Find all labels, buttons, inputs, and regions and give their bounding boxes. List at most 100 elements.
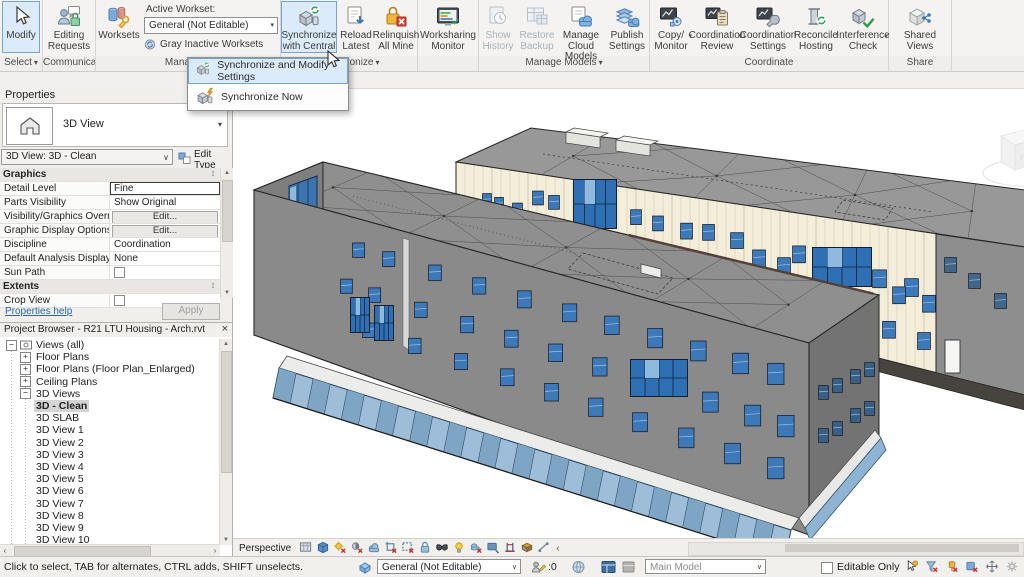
reveal-hidden-icon[interactable] [452,541,467,555]
menu-item-synchronize-and-modify-settings[interactable]: Synchronize and Modify Settings [188,58,348,84]
scroll-thumb[interactable] [221,351,232,473]
active-workset-combo[interactable]: General (Not Editable)▾ [144,17,278,34]
panel-label-share[interactable]: Share [889,56,951,71]
view-scale-label[interactable]: Perspective [239,543,291,554]
reconcile-hosting-button[interactable]: Reconcile Hosting [794,1,838,53]
properties-help-link[interactable]: Properties help [5,306,72,317]
synchronize-with-central-button[interactable]: Synchronize with Central [281,1,337,53]
collapse-icon[interactable]: − [20,388,31,399]
shadows-icon[interactable] [350,541,365,555]
edit-button[interactable]: Edit... [112,211,218,223]
restore-backup-button[interactable]: Restore Backup [517,1,557,53]
pin-icon[interactable] [945,560,960,574]
panel-label-select[interactable]: Select▾ [0,56,42,71]
expand-icon[interactable]: + [20,364,31,375]
view-filter-combo[interactable]: 3D View: 3D - Clean∨ [1,149,173,165]
collapse-pin-icon[interactable]: ↕ [206,168,220,181]
worksharing-monitor-button[interactable]: Worksharing Monitor [419,1,477,53]
select-toggle-icon[interactable] [905,560,920,574]
tree-item-3d-views[interactable]: −3D Views [0,388,220,400]
apply-button[interactable]: Apply [162,303,220,320]
status-workset-combo[interactable]: General (Not Editable)∨ [377,559,521,574]
scroll-down-icon[interactable]: ▼ [220,535,232,545]
property-value[interactable]: Show Original [110,196,220,209]
coordination-review-button[interactable]: Coordination Review ▾ [692,1,742,53]
browser-vscrollbar[interactable]: ▲ ▼ [219,339,232,545]
expand-icon[interactable]: + [20,376,31,387]
drag-elements-icon[interactable] [985,560,1000,574]
tree-item-3d-view-5[interactable]: 3D View 5 [0,473,220,485]
reveal-constraints-icon[interactable] [503,541,518,555]
editable-only-checkbox[interactable] [821,562,833,574]
collapse-pin-icon[interactable]: ↕ [206,280,220,293]
editing-requests-status-icon[interactable] [531,560,546,574]
tree-item-3d-view-8[interactable]: 3D View 8 [0,510,220,522]
tree-item-views-all[interactable]: −Views (all) [0,339,220,351]
tree-item-3d-view-3[interactable]: 3D View 3 [0,449,220,461]
show-history-button[interactable]: Show History [479,1,517,53]
editing-requests-button[interactable]: Editing Requests [44,1,94,53]
crop-region-icon[interactable] [401,541,416,555]
rendering-dialog-icon[interactable] [367,541,382,555]
tree-item-3d-clean[interactable]: 3D - Clean [0,400,220,412]
tree-item-3d-view-9[interactable]: 3D View 9 [0,522,220,534]
shared-views-button[interactable]: Shared Views [895,1,945,53]
displaced-elements-icon[interactable] [486,541,501,555]
sun-path-checkbox[interactable] [114,267,125,278]
filter-remove-icon[interactable] [925,560,940,574]
worksharing-display-status-icon[interactable] [601,560,616,574]
scroll-thumb[interactable] [785,544,1019,552]
drawing-area[interactable]: FRO [233,88,1024,538]
scroll-down-icon[interactable]: ▼ [221,288,233,298]
tree-item-floor-plans-floor-plan-enlarged[interactable]: +Floor Plans (Floor Plan_Enlarged) [0,363,220,375]
panel-label-coordinate[interactable]: Coordinate [650,56,888,71]
scroll-up-icon[interactable]: ▲ [220,339,232,349]
tree-item-3d-view-4[interactable]: 3D View 4 [0,461,220,473]
design-options-combo[interactable]: Main Model∨ [645,559,766,574]
tree-item-3d-slab[interactable]: 3D SLAB [0,412,220,424]
exclude-options-icon[interactable] [965,560,980,574]
close-icon[interactable]: × [222,323,228,336]
type-selector-chevron-icon[interactable]: ▾ [218,120,222,129]
temporary-view-properties-icon[interactable] [469,541,484,555]
gray-inactive-worksets-button[interactable]: Gray Inactive Worksets [144,38,278,51]
property-section-extents[interactable]: Extents↕ [0,280,220,294]
tree-item-3d-view-6[interactable]: 3D View 6 [0,485,220,497]
property-value[interactable]: Fine [110,182,220,195]
reload-latest-button[interactable]: Reload Latest [337,1,375,53]
sun-path-icon[interactable] [333,541,348,555]
property-value[interactable]: Coordination [110,238,220,251]
scroll-thumb[interactable] [222,180,233,242]
analytical-model-icon[interactable] [537,541,552,555]
property-value[interactable]: Edit... [110,210,220,223]
properties-scrollbar[interactable]: ▲ ▼ [220,168,233,298]
property-value[interactable]: None [110,252,220,265]
worksets-button[interactable]: Worksets [96,1,142,53]
tree-item-3d-view-1[interactable]: 3D View 1 [0,424,220,436]
cloud-status-icon[interactable] [571,560,586,574]
edit-button[interactable]: Edit... [112,225,218,237]
interference-check-button[interactable]: Interference Check ▾ [838,1,888,53]
canvas-hscrollbar[interactable] [688,542,1024,556]
view-cube[interactable]: FRO [983,126,1024,186]
property-section-graphics[interactable]: Graphics↕ [0,168,220,182]
property-value[interactable]: Edit... [110,224,220,237]
copy-monitor-button[interactable]: Copy/ Monitor ▾ [650,1,692,53]
coordination-settings-button[interactable]: Coordination Settings [742,1,794,53]
lock-view-icon[interactable] [418,541,433,555]
relinquish-all-mine-button[interactable]: Relinquish All Mine [375,1,417,53]
tree-item-floor-plans[interactable]: +Floor Plans [0,351,220,363]
panel-label-communicate[interactable]: Communicate [43,56,95,71]
publish-settings-button[interactable]: Publish Settings [605,1,649,53]
menu-item-synchronize-now[interactable]: Synchronize Now [188,84,348,110]
collapse-icon[interactable]: − [6,340,17,351]
render-icon[interactable] [299,541,314,555]
manage-cloud-models-button[interactable]: Manage Cloud Models [557,1,605,53]
property-value[interactable] [110,266,220,279]
modify-button[interactable]: Modify [2,1,40,53]
expand-icon[interactable]: + [20,352,31,363]
worksharing-display-icon[interactable] [520,541,535,555]
background-processes-icon[interactable] [1005,560,1020,574]
crop-view-icon[interactable] [384,541,399,555]
scroll-up-icon[interactable]: ▲ [221,168,233,178]
